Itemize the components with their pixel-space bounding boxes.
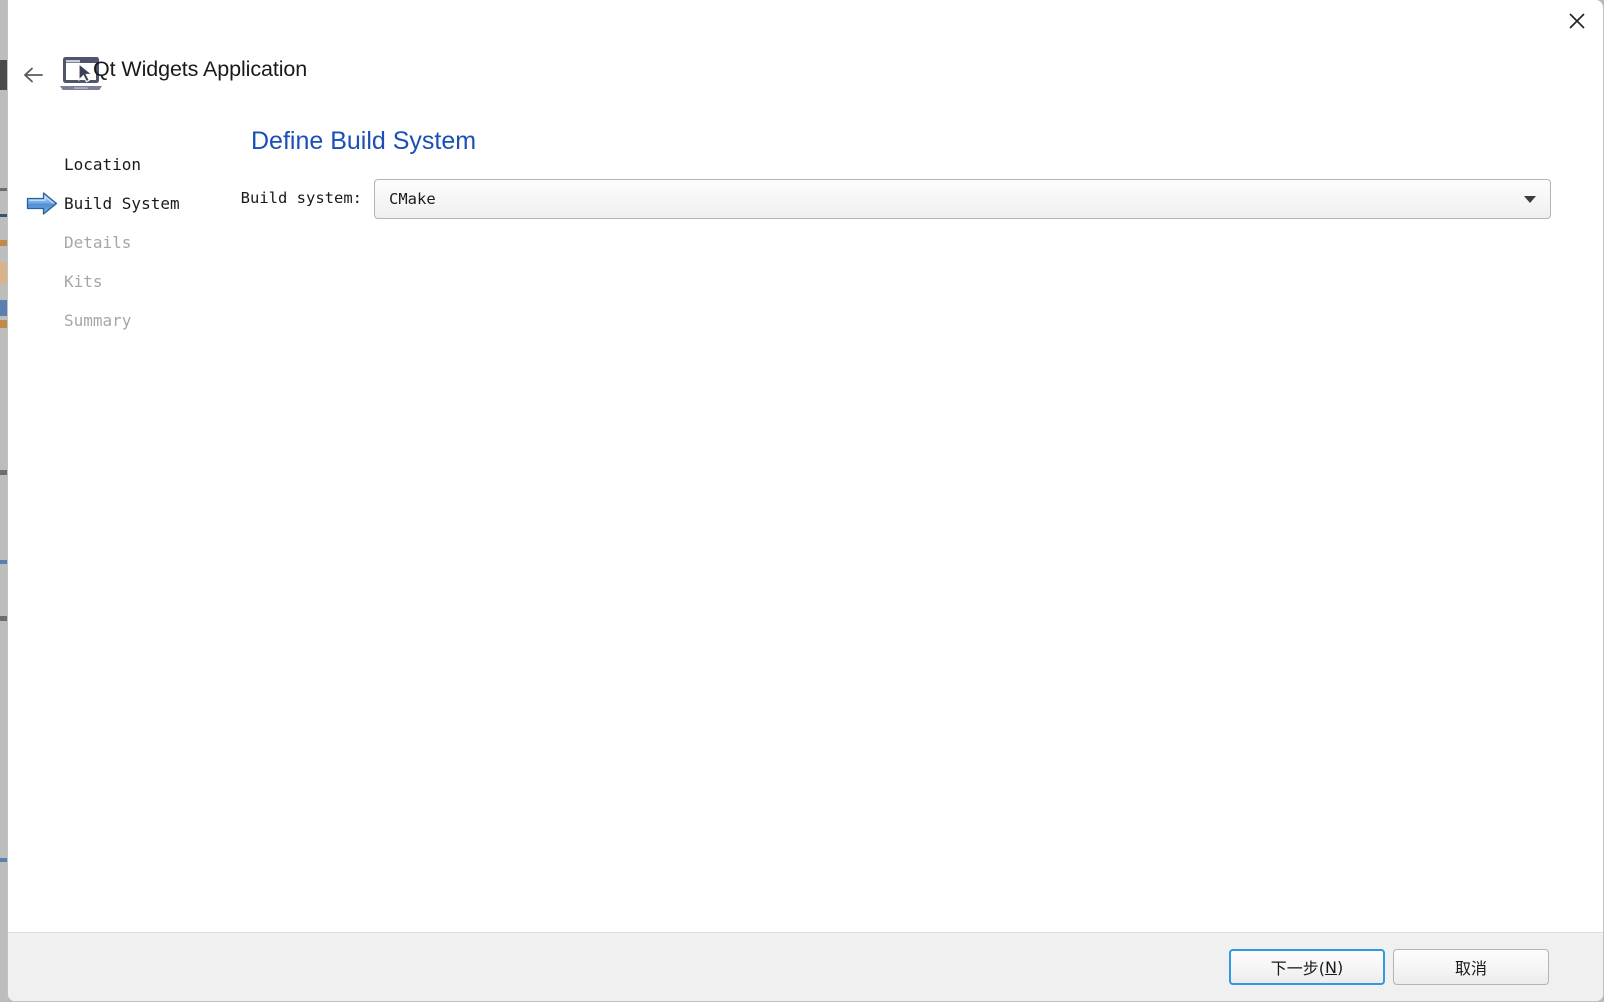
cancel-button[interactable]: 取消: [1393, 949, 1549, 985]
sidebar-item-kits[interactable]: Kits: [8, 262, 248, 301]
close-icon: [1569, 13, 1585, 29]
next-button-label-suffix: ): [1336, 957, 1344, 977]
dialog-footer: 下一步(N) 取消: [8, 932, 1603, 1001]
build-system-field-row: Build system: CMake: [8, 179, 1553, 219]
wizard-dialog: Qt Widgets Application Location Build Sy…: [7, 0, 1604, 1002]
back-arrow-icon: [24, 67, 43, 83]
sidebar-item-summary[interactable]: Summary: [8, 301, 248, 340]
next-button-mnemonic: N: [1325, 957, 1337, 977]
build-system-select[interactable]: CMake: [374, 179, 1551, 219]
cancel-button-label: 取消: [1454, 959, 1487, 978]
sidebar-item-label: Details: [64, 233, 132, 252]
back-button[interactable]: [16, 59, 50, 91]
sidebar-item-details[interactable]: Details: [8, 223, 248, 262]
wizard-title: Qt Widgets Application: [93, 57, 308, 81]
build-system-value: CMake: [389, 190, 436, 208]
next-button[interactable]: 下一步(N): [1229, 949, 1385, 985]
close-button[interactable]: [1551, 0, 1603, 42]
sidebar-item-label: Kits: [64, 272, 103, 291]
chevron-down-icon: [1524, 196, 1536, 203]
next-button-label-prefix: 下一步(: [1270, 959, 1326, 978]
build-system-label: Build system:: [240, 189, 362, 207]
page-title: Define Build System: [251, 127, 477, 155]
wizard-step-list: Location Build System Details Kits Summa…: [8, 145, 248, 340]
sidebar-item-label: Summary: [64, 311, 132, 330]
sidebar-item-label: Location: [64, 155, 142, 174]
